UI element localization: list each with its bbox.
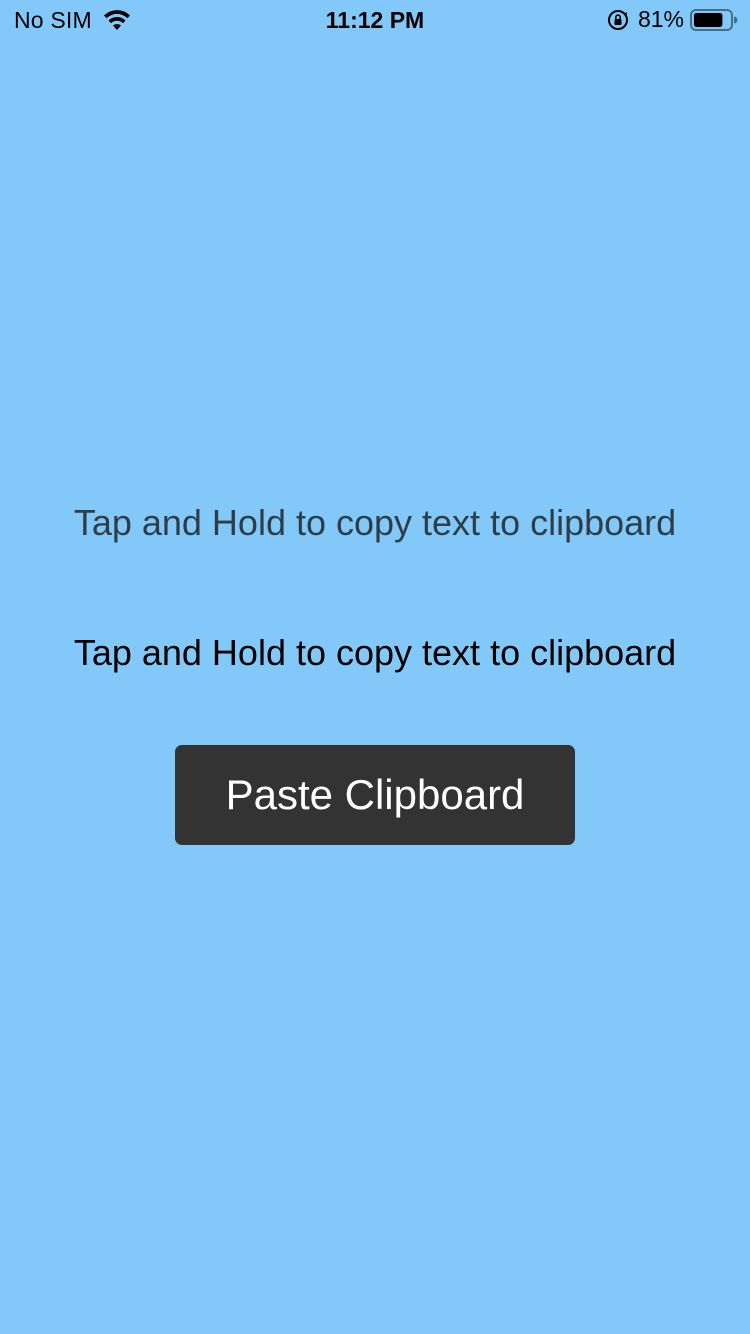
copy-text-label-secondary[interactable]: Tap and Hold to copy text to clipboard [0, 632, 750, 674]
battery-percent: 81% [637, 6, 684, 32]
status-bar: No SIM 11:12 PM 81% [0, 0, 750, 40]
orientation-lock-icon [606, 8, 630, 32]
battery-icon [690, 8, 738, 32]
copy-text-label-primary[interactable]: Tap and Hold to copy text to clipboard [0, 502, 750, 544]
status-right: 81% [606, 6, 738, 33]
paste-clipboard-button[interactable]: Paste Clipboard [175, 745, 575, 845]
